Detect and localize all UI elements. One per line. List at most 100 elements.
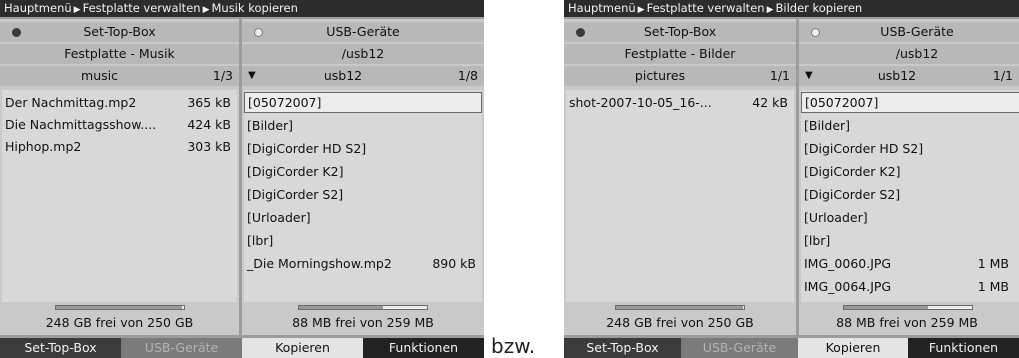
storage-usage-bar — [54, 305, 185, 310]
file-size: 424 kB — [187, 117, 231, 132]
file-item[interactable]: [DigiCorder HD S2] — [244, 138, 482, 159]
file-name: [Urloader] — [247, 210, 311, 225]
pane-subtitle: /usb12 — [242, 44, 484, 64]
file-item[interactable]: [DigiCorder S2] — [801, 184, 1019, 205]
file-item[interactable]: [Bilder] — [801, 115, 1019, 136]
file-size: 365 kB — [187, 95, 231, 110]
device-header: Set-Top-Box — [0, 22, 239, 42]
copy-button[interactable]: Kopieren — [242, 338, 363, 358]
file-item[interactable]: [DigiCorder S2] — [244, 184, 482, 205]
free-space-label: 248 GB frei von 250 GB — [45, 315, 194, 330]
functions-button[interactable]: Funktionen — [908, 338, 1019, 358]
file-item[interactable]: shot-2007-10-05_16-... 42 kB — [566, 92, 794, 113]
breadcrumb-item: Festplatte verwalten — [646, 1, 765, 15]
file-item[interactable]: [Bilder] — [244, 115, 482, 136]
storage-usage-fill — [843, 306, 929, 309]
usb-devices-button[interactable]: USB-Geräte — [121, 338, 242, 358]
file-item[interactable]: Der Nachmittag.mp2 365 kB — [2, 92, 237, 113]
file-name: [lbr] — [247, 233, 274, 248]
function-button-bar: Set-Top-Box USB-Geräte Kopieren Funktion… — [564, 338, 1019, 358]
active-indicator-icon — [576, 28, 585, 37]
free-space-label: 88 MB frei von 259 MB — [836, 315, 978, 330]
folder-name: usb12 — [323, 68, 363, 83]
copy-button[interactable]: Kopieren — [798, 338, 908, 358]
device-label: Set-Top-Box — [643, 24, 717, 39]
file-name: IMG_0060.JPG — [804, 256, 892, 271]
storage-usage-fill — [55, 306, 183, 309]
device-label: USB-Geräte — [880, 24, 954, 39]
screen-pictures-copy: Hauptmenü ▶ Festplatte verwalten ▶ Bilder ko… — [564, 0, 1019, 358]
folder-row[interactable]: pictures 1/1 — [564, 66, 796, 86]
usb-devices-button[interactable]: USB-Geräte — [681, 338, 798, 358]
breadcrumb-item: Musik kopieren — [211, 1, 298, 15]
file-list[interactable]: [05072007] [Bilder] [DigiCorder HD S2] [… — [801, 90, 1019, 302]
file-name: [DigiCorder S2] — [247, 187, 344, 202]
page-indicator: 1/3 — [212, 68, 233, 83]
storage-usage-fill — [616, 306, 743, 309]
chevron-right-icon: ▶ — [766, 5, 774, 15]
file-size: 1 MB — [977, 256, 1009, 271]
storage-usage-bar — [842, 305, 973, 310]
file-name: [DigiCorder HD S2] — [247, 141, 367, 156]
file-item-selected[interactable]: [05072007] — [244, 92, 482, 113]
file-item[interactable]: IMG_0064.JPG 1 MB — [801, 276, 1019, 297]
file-item[interactable]: IMG_0060.JPG 1 MB — [801, 253, 1019, 274]
pane-subtitle: /usb12 — [799, 44, 1019, 64]
file-name: [05072007] — [248, 95, 322, 110]
page-indicator: 1/1 — [992, 68, 1013, 83]
file-name: [05072007] — [805, 95, 879, 110]
file-name: [DigiCorder HD S2] — [804, 141, 924, 156]
file-item[interactable]: [lbr] — [244, 230, 482, 251]
folder-row[interactable]: ▼ usb12 1/1 — [799, 66, 1019, 86]
file-list[interactable]: Der Nachmittag.mp2 365 kB Die Nachmittag… — [2, 90, 237, 302]
function-button-bar: Set-Top-Box USB-Geräte Kopieren Funktion… — [0, 338, 484, 358]
folder-name: pictures — [634, 68, 686, 83]
breadcrumb-item: Festplatte verwalten — [82, 1, 201, 15]
set-top-box-button[interactable]: Set-Top-Box — [564, 338, 681, 358]
page-indicator: 1/1 — [769, 68, 790, 83]
usb-devices-pane[interactable]: USB-Geräte /usb12 ▼ usb12 1/1 [05072007]… — [799, 19, 1019, 335]
functions-button[interactable]: Funktionen — [363, 338, 484, 358]
device-header: USB-Geräte — [242, 22, 484, 42]
file-name: Hiphop.mp2 — [5, 139, 82, 154]
file-item[interactable]: [Urloader] — [801, 207, 1019, 228]
chevron-right-icon: ▶ — [202, 5, 210, 15]
file-name: IMG_0064.JPG — [804, 279, 892, 294]
free-space-label: 88 MB frei von 259 MB — [292, 315, 434, 330]
folder-row[interactable]: music 1/3 — [0, 66, 239, 86]
set-top-box-button[interactable]: Set-Top-Box — [0, 338, 121, 358]
folder-name: music — [81, 68, 118, 83]
active-indicator-icon — [12, 28, 21, 37]
file-item[interactable]: [lbr] — [801, 230, 1019, 251]
file-item[interactable]: [DigiCorder K2] — [801, 161, 1019, 182]
set-top-box-pane[interactable]: Set-Top-Box Festplatte - Bilder pictures… — [564, 19, 796, 335]
usb-devices-pane[interactable]: USB-Geräte /usb12 ▼ usb12 1/8 [05072007]… — [242, 19, 484, 335]
folder-name: usb12 — [877, 68, 917, 83]
pane-subtitle: Festplatte - Musik — [0, 44, 239, 64]
file-name: Der Nachmittag.mp2 — [5, 95, 137, 110]
chevron-right-icon: ▶ — [637, 5, 645, 15]
file-item[interactable]: [DigiCorder HD S2] — [801, 138, 1019, 159]
file-name: [Bilder] — [247, 118, 294, 133]
folder-row[interactable]: ▼ usb12 1/8 — [242, 66, 484, 86]
set-top-box-pane[interactable]: Set-Top-Box Festplatte - Musik music 1/3… — [0, 19, 239, 335]
file-item[interactable]: _Die Morningshow.mp2 890 kB — [244, 253, 482, 274]
file-size: 42 kB — [752, 95, 788, 110]
file-size: 1 MB — [977, 279, 1009, 294]
file-item[interactable]: [DigiCorder K2] — [244, 161, 482, 182]
file-item[interactable]: [Urloader] — [244, 207, 482, 228]
file-item-selected[interactable]: [05072007] — [801, 92, 1019, 113]
file-item[interactable]: Hiphop.mp2 303 kB — [2, 136, 237, 157]
breadcrumb: Hauptmenü ▶ Festplatte verwalten ▶ Bilder ko… — [564, 0, 1019, 17]
inactive-indicator-icon — [811, 28, 820, 37]
page-indicator: 1/8 — [457, 68, 478, 83]
device-label: USB-Geräte — [326, 24, 400, 39]
device-header: Set-Top-Box — [564, 22, 796, 42]
breadcrumb-item: Hauptmenü — [4, 1, 72, 15]
file-list[interactable]: [05072007] [Bilder] [DigiCorder HD S2] [… — [244, 90, 482, 302]
file-name: [Urloader] — [804, 210, 868, 225]
file-item[interactable]: Die Nachmittagsshow.... 424 kB — [2, 114, 237, 135]
free-space-label: 248 GB frei von 250 GB — [606, 315, 754, 330]
file-list[interactable]: shot-2007-10-05_16-... 42 kB — [566, 90, 794, 302]
screen-music-copy: Hauptmenü ▶ Festplatte verwalten ▶ Musik kop… — [0, 0, 484, 358]
